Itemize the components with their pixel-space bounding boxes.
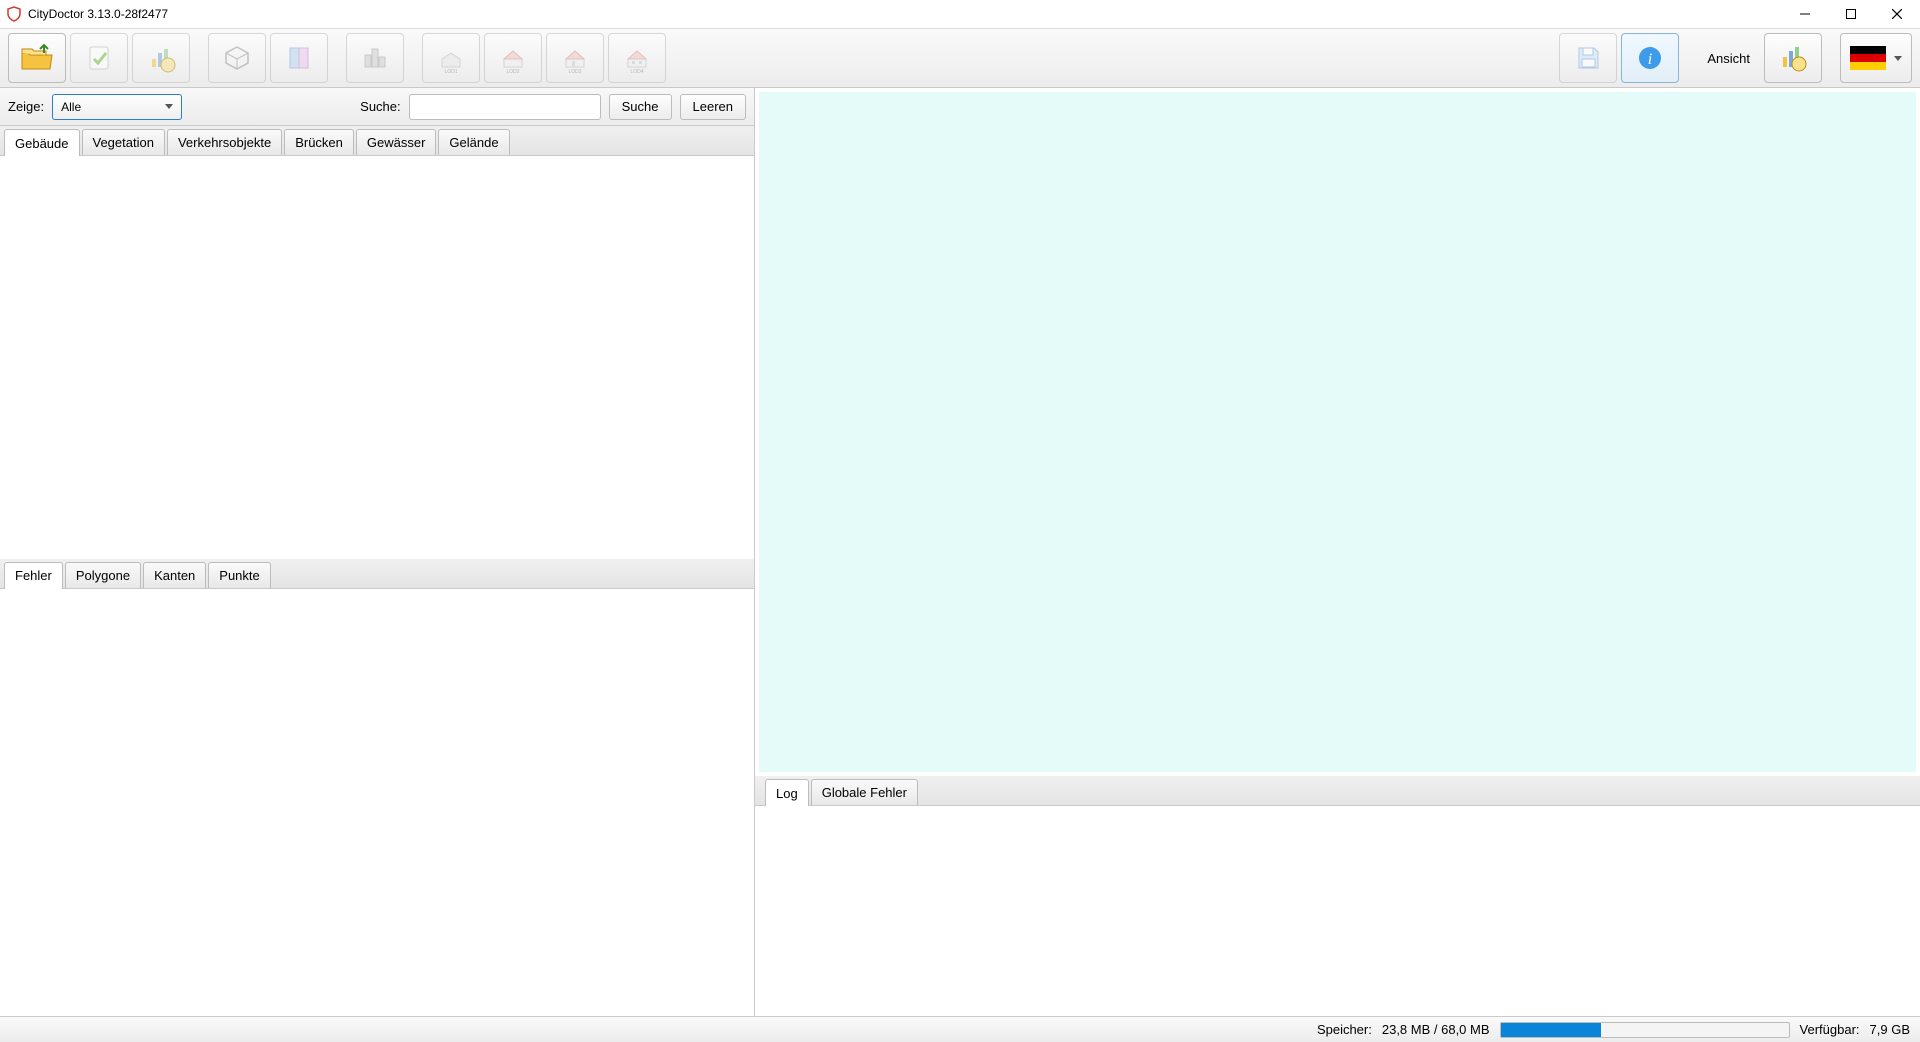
search-label: Suche:	[360, 99, 400, 114]
memory-label: Speicher:	[1317, 1022, 1372, 1037]
tab-globale-fehler[interactable]: Globale Fehler	[811, 779, 918, 805]
main-toolbar: LOD1 LOD2 LOD3 LOD4 i Ansicht	[0, 28, 1920, 88]
log-tabs: Log Globale Fehler	[755, 776, 1920, 806]
detail-view[interactable]	[0, 589, 754, 1017]
detail-tabs: Fehler Polygone Kanten Punkte	[0, 559, 754, 589]
filter-bar: Zeige: Alle Suche: Suche Leeren	[0, 88, 754, 126]
titlebar: CityDoctor 3.13.0-28f2477	[0, 0, 1920, 28]
svg-text:LOD1: LOD1	[444, 69, 457, 75]
close-button[interactable]	[1874, 0, 1920, 28]
view-chart-button[interactable]	[1764, 33, 1822, 83]
left-pane: Zeige: Alle Suche: Suche Leeren Gebäude …	[0, 88, 755, 1016]
city-view-button[interactable]	[346, 33, 404, 83]
log-view[interactable]	[755, 806, 1920, 1016]
lod4-button[interactable]: LOD4	[608, 33, 666, 83]
maximize-button[interactable]	[1828, 0, 1874, 28]
memory-progress	[1500, 1022, 1790, 1038]
svg-text:LOD2: LOD2	[506, 69, 519, 75]
lod1-button[interactable]: LOD1	[422, 33, 480, 83]
tab-bruecken[interactable]: Brücken	[284, 129, 354, 155]
search-button[interactable]: Suche	[609, 94, 672, 120]
memory-value: 23,8 MB / 68,0 MB	[1382, 1022, 1490, 1037]
minimize-button[interactable]	[1782, 0, 1828, 28]
tree-view[interactable]	[0, 156, 754, 559]
main-area: Zeige: Alle Suche: Suche Leeren Gebäude …	[0, 88, 1920, 1016]
right-pane: Log Globale Fehler	[755, 88, 1920, 1016]
search-input[interactable]	[409, 94, 601, 120]
tab-verkehrsobjekte[interactable]: Verkehrsobjekte	[167, 129, 282, 155]
wireframe-view-button[interactable]	[208, 33, 266, 83]
flag-de-icon	[1850, 46, 1886, 70]
svg-text:LOD4: LOD4	[630, 69, 643, 75]
tab-polygone[interactable]: Polygone	[65, 562, 141, 588]
clear-button[interactable]: Leeren	[680, 94, 746, 120]
app-icon	[6, 6, 22, 22]
tab-gelaende[interactable]: Gelände	[438, 129, 509, 155]
show-label: Zeige:	[8, 99, 44, 114]
chevron-down-icon	[165, 104, 173, 109]
lod2-button[interactable]: LOD2	[484, 33, 542, 83]
chevron-down-icon	[1894, 56, 1902, 61]
language-button[interactable]	[1840, 33, 1912, 83]
tab-kanten[interactable]: Kanten	[143, 562, 206, 588]
culling-view-button[interactable]	[270, 33, 328, 83]
tab-log[interactable]: Log	[765, 779, 809, 806]
statusbar: Speicher: 23,8 MB / 68,0 MB Verfügbar: 7…	[0, 1016, 1920, 1042]
tab-vegetation[interactable]: Vegetation	[82, 129, 165, 155]
show-combo-value: Alle	[61, 100, 81, 114]
available-value: 7,9 GB	[1870, 1022, 1910, 1037]
svg-text:i: i	[1648, 51, 1652, 68]
save-button[interactable]	[1559, 33, 1617, 83]
available-label: Verfügbar:	[1800, 1022, 1860, 1037]
tab-gewaesser[interactable]: Gewässer	[356, 129, 437, 155]
tab-punkte[interactable]: Punkte	[208, 562, 270, 588]
3d-viewport[interactable]	[759, 92, 1916, 772]
chart-report-button[interactable]	[132, 33, 190, 83]
show-combo[interactable]: Alle	[52, 94, 182, 120]
lod3-button[interactable]: LOD3	[546, 33, 604, 83]
view-label: Ansicht	[1697, 51, 1760, 66]
window-title: CityDoctor 3.13.0-28f2477	[28, 7, 168, 21]
info-button[interactable]: i	[1621, 33, 1679, 83]
open-file-button[interactable]	[8, 33, 66, 83]
tab-fehler[interactable]: Fehler	[4, 562, 63, 589]
tab-gebaeude[interactable]: Gebäude	[4, 129, 80, 156]
svg-text:LOD3: LOD3	[568, 69, 581, 75]
tree-tabs: Gebäude Vegetation Verkehrsobjekte Brück…	[0, 126, 754, 156]
validate-button[interactable]	[70, 33, 128, 83]
